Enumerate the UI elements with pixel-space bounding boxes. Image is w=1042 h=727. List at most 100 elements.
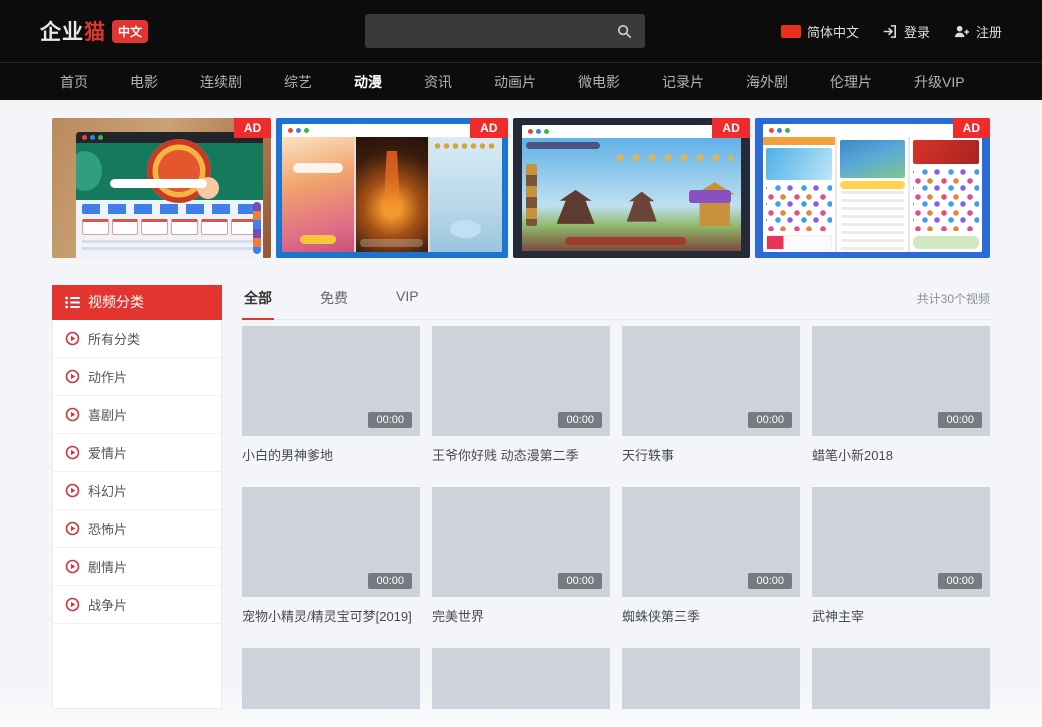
video-thumbnail[interactable]: 00:00 [622, 648, 800, 709]
video-thumbnail[interactable]: 00:00 [432, 648, 610, 709]
category-label: 爱情片 [88, 443, 127, 462]
video-card[interactable]: 00:00 [622, 648, 800, 709]
video-thumbnail[interactable]: 00:00 [812, 326, 990, 436]
video-title: 武神主宰 [812, 606, 990, 625]
play-circle-icon [65, 331, 80, 346]
login-label: 登录 [904, 22, 930, 41]
video-card[interactable]: 00:00 [812, 648, 990, 709]
video-card[interactable]: 00:00 天行轶事 [622, 326, 800, 464]
ad-banner-1[interactable]: AD [52, 118, 271, 258]
video-thumbnail[interactable]: 00:00 [242, 648, 420, 709]
mock-banner-image [840, 140, 906, 178]
nav-item[interactable]: 首页 [60, 72, 88, 92]
ad-banner-2[interactable]: AD [276, 118, 507, 258]
sidebar-header: 视频分类 [52, 285, 222, 320]
nav-item[interactable]: 动漫 [354, 72, 382, 92]
mock-carpet [565, 237, 686, 245]
video-card[interactable]: 00:00 完美世界 [432, 487, 610, 625]
play-circle-icon [65, 521, 80, 536]
login-link[interactable]: 登录 [883, 22, 930, 41]
category-item[interactable]: 爱情片 [53, 434, 221, 472]
language-label: 简体中文 [807, 22, 859, 41]
nav-item[interactable]: 海外剧 [746, 72, 788, 92]
ad-banner-3[interactable]: AD [513, 118, 750, 258]
nav-item[interactable]: 连续剧 [200, 72, 242, 92]
logo-text-main: 企业 [40, 16, 84, 46]
ad-banner-4[interactable]: AD [755, 118, 990, 258]
video-thumbnail[interactable]: 00:00 [432, 326, 610, 436]
tab[interactable]: 全部 [242, 285, 274, 320]
video-card[interactable]: 00:00 蜘蛛侠第三季 [622, 487, 800, 625]
video-card[interactable]: 00:00 [242, 648, 420, 709]
category-item[interactable]: 动作片 [53, 358, 221, 396]
video-card[interactable]: 00:00 王爷你好贱 动态漫第二季 [432, 326, 610, 464]
video-thumbnail[interactable]: 00:00 [432, 487, 610, 597]
nav-item[interactable]: 伦理片 [830, 72, 872, 92]
mock-search-pill [110, 179, 207, 188]
mock-anime-shot [282, 137, 354, 252]
tab[interactable]: VIP [394, 285, 421, 320]
mock-hud-bar [360, 239, 423, 247]
search-input[interactable] [365, 14, 603, 48]
nav-item[interactable]: 电影 [130, 72, 158, 92]
play-circle-icon [65, 407, 80, 422]
play-circle-icon [65, 483, 80, 498]
video-title: 小白的男神爹地 [242, 445, 420, 464]
play-circle-icon [65, 597, 80, 612]
category-item[interactable]: 喜剧片 [53, 396, 221, 434]
video-title: 完美世界 [432, 606, 610, 625]
video-card[interactable]: 00:00 [432, 648, 610, 709]
nav-item[interactable]: 升级VIP [914, 72, 965, 92]
nav-item[interactable]: 动画片 [494, 72, 536, 92]
category-label: 科幻片 [88, 481, 127, 500]
site-logo[interactable]: 企业猫 中文 [40, 16, 148, 46]
ad-badge: AD [953, 118, 990, 138]
language-link[interactable]: 简体中文 [781, 22, 859, 41]
category-item[interactable]: 战争片 [53, 586, 221, 624]
traffic-dots [282, 124, 501, 137]
mock-banner-image [766, 148, 832, 180]
video-card[interactable]: 00:00 小白的男神爹地 [242, 326, 420, 464]
category-item[interactable]: 所有分类 [53, 320, 221, 358]
video-thumbnail[interactable]: 00:00 [242, 487, 420, 597]
video-thumbnail[interactable]: 00:00 [622, 326, 800, 436]
content-columns: 视频分类 所有分类 [0, 285, 1042, 709]
nav-item[interactable]: 综艺 [284, 72, 312, 92]
header-actions: 简体中文 登录 注册 [781, 22, 1002, 41]
mock-list-lines [841, 191, 905, 250]
ad-badge: AD [712, 118, 749, 138]
category-label: 剧情片 [88, 557, 127, 576]
nav-item[interactable]: 资讯 [424, 72, 452, 92]
duration-badge: 00:00 [558, 573, 602, 589]
duration-badge: 00:00 [938, 573, 982, 589]
mock-game-scene [522, 138, 741, 251]
search-icon [617, 24, 632, 39]
top-header: 企业猫 中文 简体中文 登录 [0, 0, 1042, 62]
video-thumbnail[interactable]: 00:00 [242, 326, 420, 436]
search-bar [365, 14, 645, 48]
mock-flame [383, 151, 400, 214]
nav-item[interactable]: 微电影 [578, 72, 620, 92]
video-thumbnail[interactable]: 00:00 [622, 487, 800, 597]
video-thumbnail[interactable]: 00:00 [812, 487, 990, 597]
category-item[interactable]: 剧情片 [53, 548, 221, 586]
mock-purple-banner [689, 190, 731, 203]
duration-badge: 00:00 [748, 573, 792, 589]
register-label: 注册 [976, 22, 1002, 41]
play-circle-icon [65, 369, 80, 384]
mock-screenshot-columns [282, 137, 501, 252]
video-thumbnail[interactable]: 00:00 [812, 648, 990, 709]
nav-item[interactable]: 记录片 [662, 72, 704, 92]
traffic-dots [763, 124, 982, 137]
category-item[interactable]: 科幻片 [53, 472, 221, 510]
video-card[interactable]: 00:00 蜡笔小新2018 [812, 326, 990, 464]
mock-fire-shot [356, 137, 428, 252]
video-card[interactable]: 00:00 宠物小精灵/精灵宝可梦[2019] [242, 487, 420, 625]
category-item[interactable]: 恐怖片 [53, 510, 221, 548]
mock-browser-window [76, 132, 263, 258]
duration-badge: 00:00 [368, 412, 412, 428]
video-card[interactable]: 00:00 武神主宰 [812, 487, 990, 625]
search-button[interactable] [603, 14, 645, 48]
register-link[interactable]: 注册 [954, 22, 1002, 41]
tab[interactable]: 免费 [318, 285, 350, 320]
